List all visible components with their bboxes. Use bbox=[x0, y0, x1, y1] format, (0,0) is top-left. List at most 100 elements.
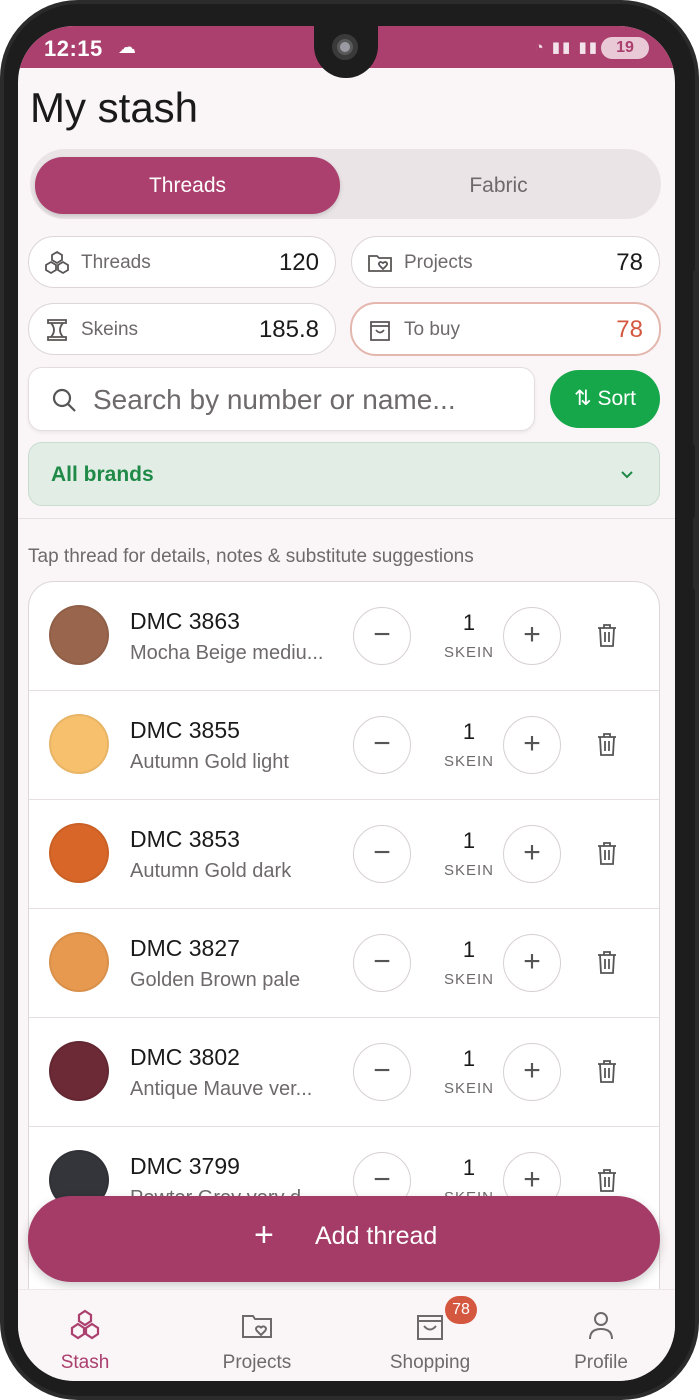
stat-projects-value: 78 bbox=[616, 249, 643, 276]
thread-name: Autumn Gold light bbox=[130, 751, 289, 773]
thread-name: Autumn Gold dark bbox=[130, 860, 292, 882]
color-swatch bbox=[49, 1041, 109, 1101]
thread-code: DMC 3855 bbox=[130, 717, 240, 743]
trash-icon[interactable] bbox=[595, 949, 619, 975]
stat-skeins-label: Skeins bbox=[81, 319, 139, 340]
bottom-nav: Stash Projects 78 Shopping Profile bbox=[18, 1289, 675, 1381]
decrement-button[interactable]: − bbox=[353, 607, 411, 665]
decrement-button[interactable]: − bbox=[353, 716, 411, 774]
stat-to-buy-label: To buy bbox=[404, 319, 460, 340]
thread-row[interactable]: DMC 3802 Antique Mauve ver... − 1 SKEIN … bbox=[29, 1018, 659, 1127]
stat-skeins[interactable]: Skeins 185.8 bbox=[28, 303, 336, 355]
stat-threads-value: 120 bbox=[278, 249, 319, 276]
stat-projects[interactable]: Projects 78 bbox=[351, 236, 660, 288]
thread-row[interactable]: DMC 3863 Mocha Beige mediu... − 1 SKEIN … bbox=[29, 582, 659, 691]
sort-button[interactable]: ⇅ Sort bbox=[550, 370, 660, 428]
thread-quantity: 1 bbox=[462, 1046, 476, 1071]
thread-code: DMC 3853 bbox=[130, 826, 240, 852]
color-swatch bbox=[49, 932, 109, 992]
trash-icon[interactable] bbox=[595, 1167, 619, 1193]
stash-icon bbox=[70, 1309, 100, 1340]
nav-profile-label: Profile bbox=[574, 1352, 628, 1373]
add-thread-label: Add thread bbox=[315, 1222, 438, 1250]
thread-quantity: 1 bbox=[462, 1155, 476, 1180]
segmented-control: Threads Fabric bbox=[30, 149, 661, 219]
divider bbox=[18, 518, 675, 519]
hint-text: Tap thread for details, notes & substitu… bbox=[28, 546, 474, 567]
cloud-icon: ☁ bbox=[118, 37, 136, 57]
app-screen: 12:15 ☁ ◔ ▮▮ ▮▮ 19 My stash Threads Fabr… bbox=[18, 26, 675, 1381]
thread-unit: SKEIN bbox=[443, 971, 494, 988]
thread-unit: SKEIN bbox=[443, 644, 494, 661]
volume-button bbox=[693, 270, 699, 446]
thread-unit: SKEIN bbox=[443, 1080, 494, 1097]
nav-profile[interactable]: Profile bbox=[541, 1290, 661, 1381]
search-box bbox=[28, 367, 535, 431]
thread-quantity: 1 bbox=[462, 828, 476, 853]
nav-projects-label: Projects bbox=[222, 1352, 292, 1373]
search-icon bbox=[52, 388, 76, 412]
nav-shopping-label: Shopping bbox=[389, 1352, 471, 1373]
thread-code: DMC 3827 bbox=[130, 935, 240, 961]
shopping-bag-icon bbox=[417, 1315, 443, 1340]
thread-unit: SKEIN bbox=[443, 862, 494, 879]
thread-spools-icon bbox=[45, 250, 69, 275]
trash-icon[interactable] bbox=[595, 622, 619, 648]
thread-quantity: 1 bbox=[462, 610, 476, 635]
increment-button[interactable]: + bbox=[503, 825, 561, 883]
stat-to-buy[interactable]: To buy 78 bbox=[350, 302, 661, 356]
add-thread-button[interactable]: + Add thread bbox=[28, 1196, 660, 1282]
thread-code: DMC 3802 bbox=[130, 1044, 240, 1070]
sort-label: Sort bbox=[597, 387, 636, 410]
thread-row[interactable]: DMC 3855 Autumn Gold light − 1 SKEIN + bbox=[29, 691, 659, 800]
power-button bbox=[693, 516, 699, 590]
thread-quantity: 1 bbox=[462, 937, 476, 962]
camera-icon bbox=[332, 34, 358, 60]
status-time: 12:15 bbox=[44, 36, 103, 61]
thread-name: Antique Mauve ver... bbox=[130, 1078, 313, 1100]
color-swatch bbox=[49, 823, 109, 883]
person-icon bbox=[589, 1312, 613, 1340]
search-input[interactable] bbox=[93, 380, 513, 420]
tab-fabric[interactable]: Fabric bbox=[346, 157, 651, 214]
increment-button[interactable]: + bbox=[503, 607, 561, 665]
stat-to-buy-value: 78 bbox=[616, 316, 643, 343]
decrement-button[interactable]: − bbox=[353, 825, 411, 883]
signal-icons: ◔ ▮▮ ▮▮ bbox=[534, 39, 599, 56]
plus-icon: + bbox=[254, 1216, 274, 1254]
stat-skeins-value: 185.8 bbox=[258, 316, 319, 343]
thread-code: DMC 3799 bbox=[130, 1153, 240, 1179]
thread-name: Golden Brown pale bbox=[130, 969, 301, 991]
thread-row[interactable]: DMC 3827 Golden Brown pale − 1 SKEIN + bbox=[29, 909, 659, 1018]
shopping-bag-icon bbox=[370, 321, 390, 341]
increment-button[interactable]: + bbox=[503, 934, 561, 992]
thread-name: Mocha Beige mediu... bbox=[130, 642, 324, 664]
brand-filter-dropdown[interactable]: All brands bbox=[28, 442, 660, 506]
stat-threads[interactable]: Threads 120 bbox=[28, 236, 336, 288]
shopping-badge: 78 bbox=[445, 1296, 477, 1324]
thread-row[interactable]: DMC 3853 Autumn Gold dark − 1 SKEIN + bbox=[29, 800, 659, 909]
stat-projects-label: Projects bbox=[404, 252, 473, 273]
color-swatch bbox=[49, 605, 109, 665]
decrement-button[interactable]: − bbox=[353, 934, 411, 992]
nav-projects[interactable]: Projects bbox=[197, 1290, 317, 1381]
skein-icon bbox=[47, 319, 67, 341]
trash-icon[interactable] bbox=[595, 1058, 619, 1084]
nav-stash-label: Stash bbox=[60, 1352, 110, 1373]
thread-unit: SKEIN bbox=[443, 753, 494, 770]
increment-button[interactable]: + bbox=[503, 1043, 561, 1101]
page-title: My stash bbox=[30, 84, 199, 131]
nav-stash[interactable]: Stash bbox=[25, 1290, 145, 1381]
tab-threads[interactable]: Threads bbox=[35, 157, 340, 214]
thread-code: DMC 3863 bbox=[130, 608, 240, 634]
sort-icon: ⇅ bbox=[574, 387, 592, 410]
folder-heart-icon bbox=[368, 255, 392, 272]
chevron-down-icon bbox=[621, 471, 633, 479]
increment-button[interactable]: + bbox=[503, 716, 561, 774]
battery-indicator: 19 bbox=[601, 37, 649, 59]
decrement-button[interactable]: − bbox=[353, 1043, 411, 1101]
trash-icon[interactable] bbox=[595, 840, 619, 866]
nav-shopping[interactable]: 78 Shopping bbox=[370, 1290, 490, 1381]
folder-heart-icon bbox=[242, 1315, 272, 1338]
trash-icon[interactable] bbox=[595, 731, 619, 757]
